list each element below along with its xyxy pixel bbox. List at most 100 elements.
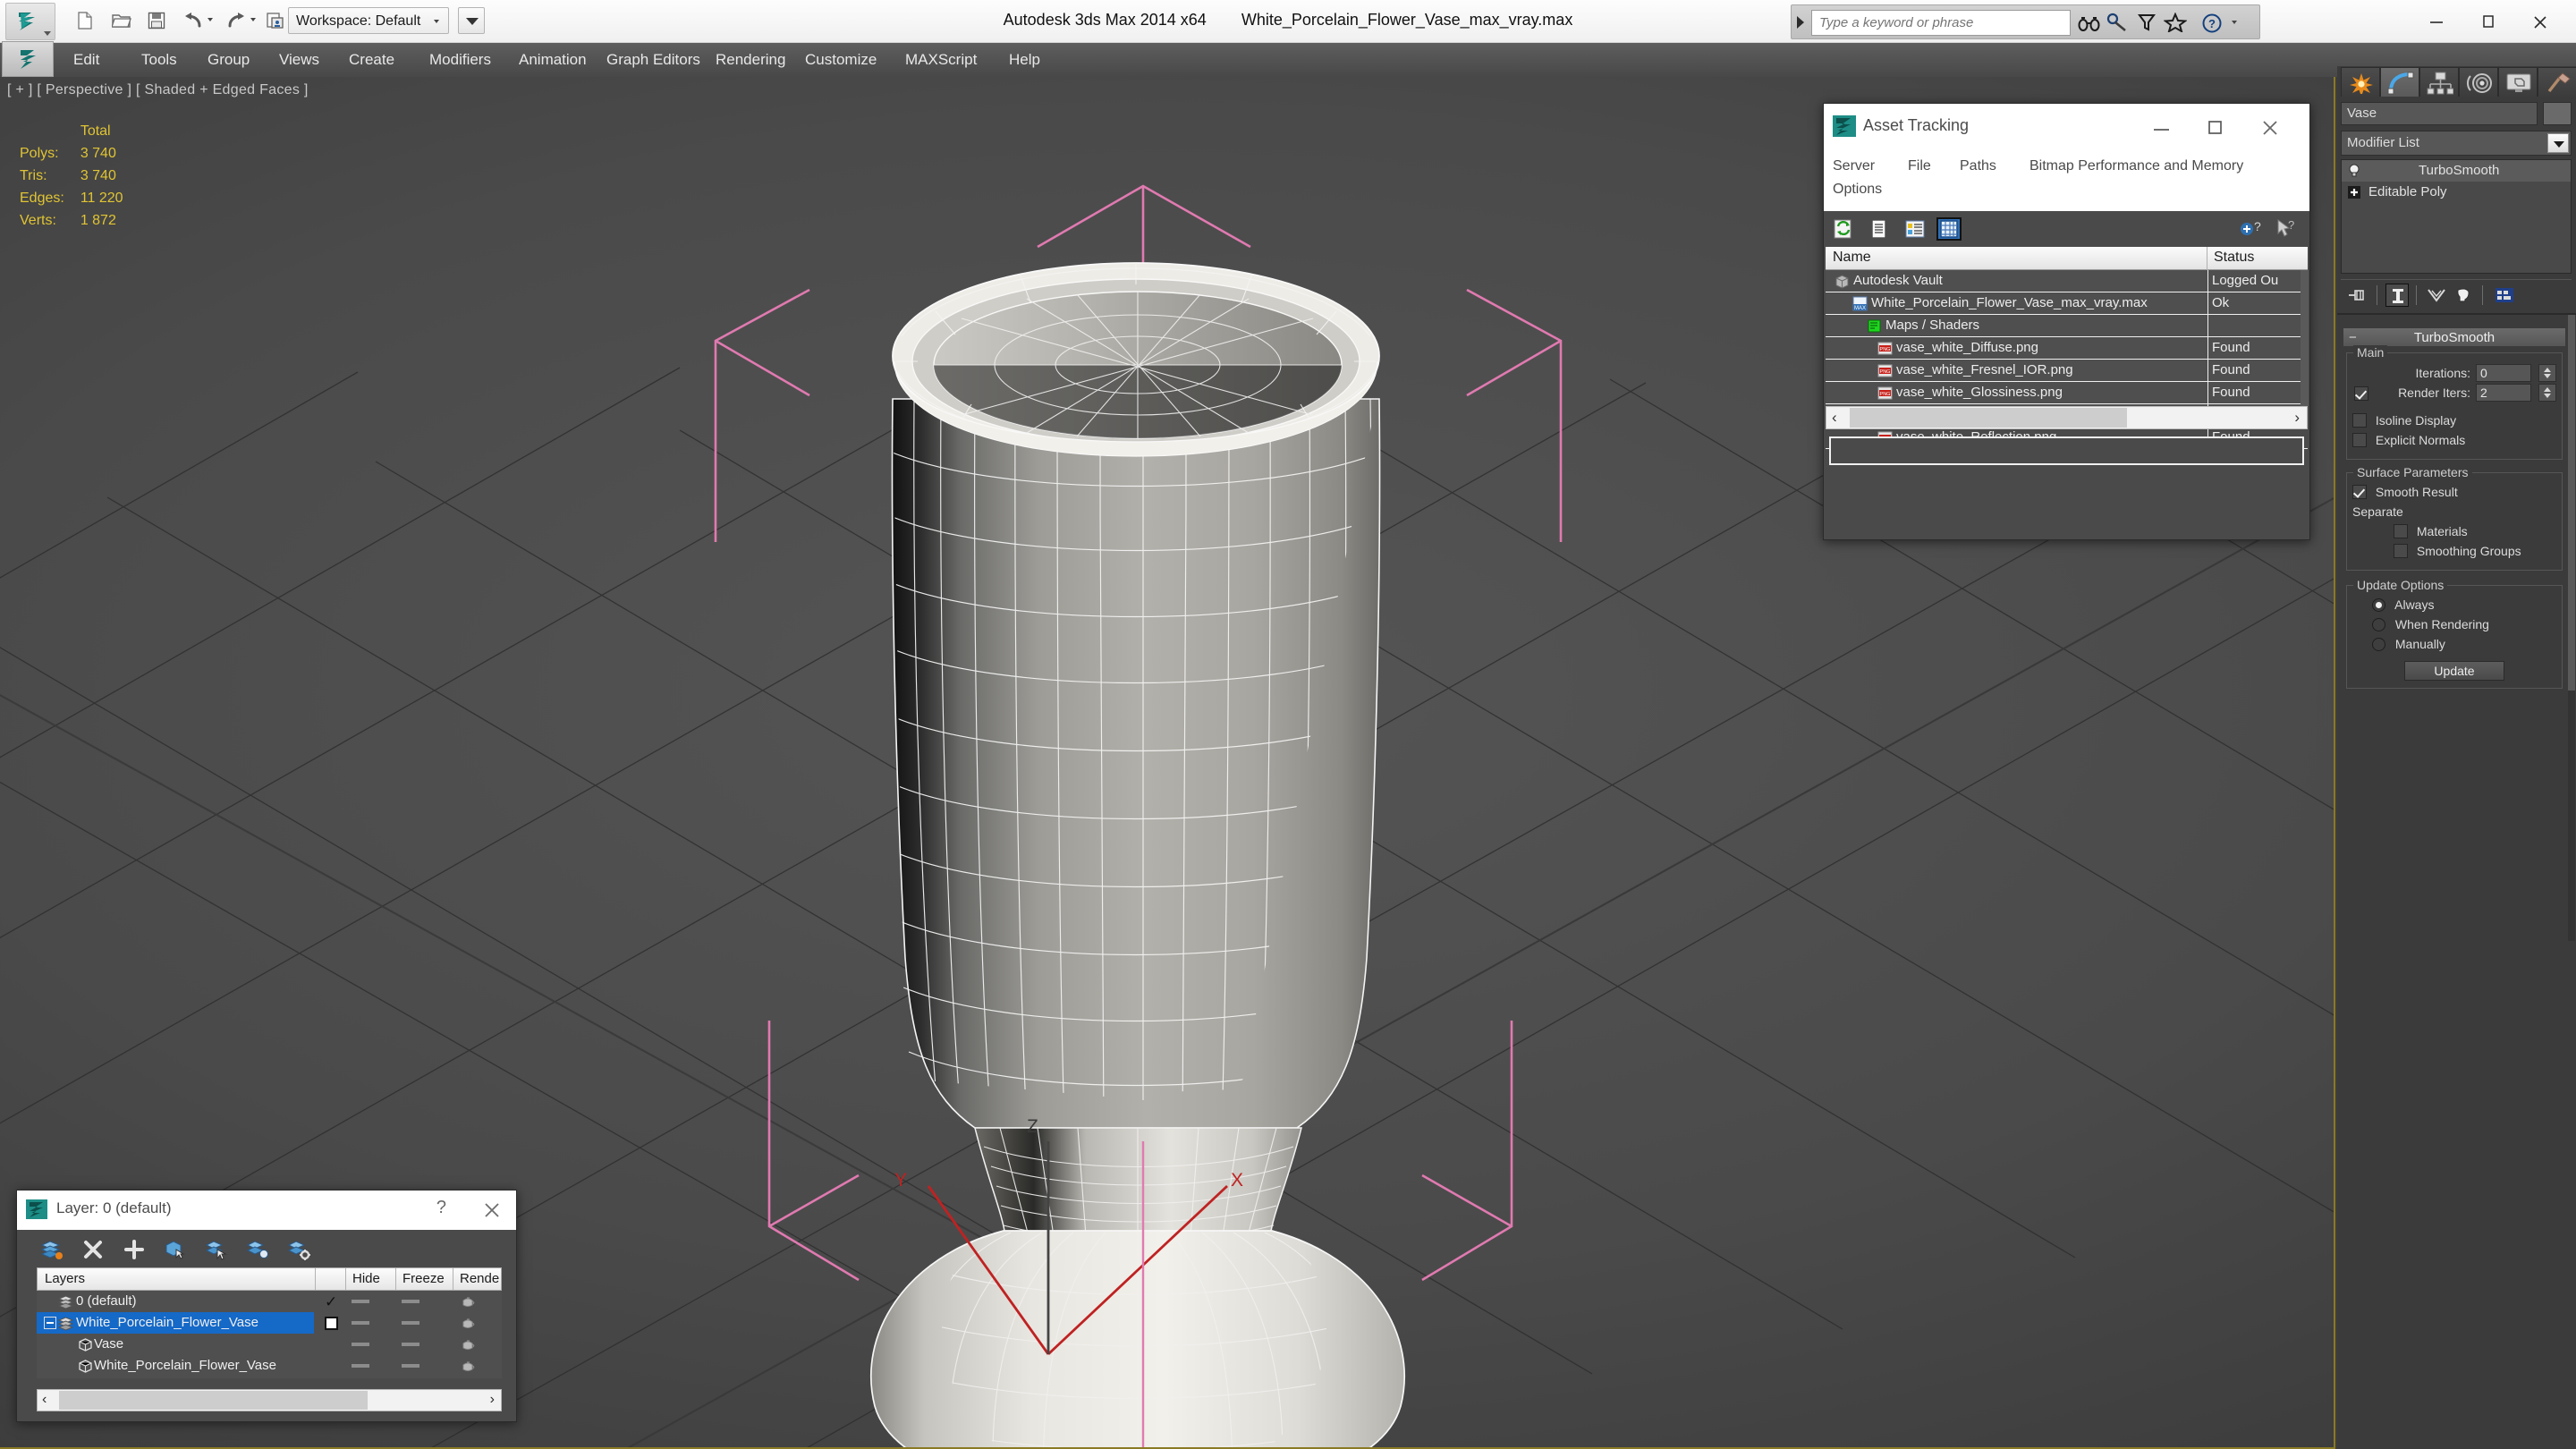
modifier-list-dropdown-button[interactable] xyxy=(2547,133,2569,153)
display-tab[interactable] xyxy=(2498,67,2538,97)
menu-group[interactable]: Group xyxy=(199,43,258,77)
asset-row[interactable]: Maps / Shaders xyxy=(1826,315,2308,337)
highlight-selected-button[interactable] xyxy=(244,1237,271,1261)
layer-col-freeze[interactable]: Freeze xyxy=(402,1271,445,1286)
minimize-button[interactable] xyxy=(2411,7,2462,36)
layer-close-button[interactable] xyxy=(482,1200,502,1220)
layer-dialog-titlebar[interactable]: Layer: 0 (default) ? xyxy=(17,1191,516,1230)
smoothing-groups-checkbox[interactable]: Smoothing Groups xyxy=(2352,543,2556,563)
layer-col-divider-2[interactable] xyxy=(345,1268,346,1290)
scroll-right-icon[interactable]: › xyxy=(490,1393,495,1407)
layer-make-current-box[interactable] xyxy=(325,1317,338,1330)
layer-row[interactable]: Vase xyxy=(37,1334,502,1355)
make-unique-button[interactable] xyxy=(2425,284,2448,307)
modifier-stack-item-editable-poly[interactable]: Editable Poly xyxy=(2342,182,2571,203)
asset-tracking-titlebar[interactable]: Asset Tracking xyxy=(1824,104,2309,156)
search-input[interactable] xyxy=(1811,10,2071,36)
asset-menu-file[interactable]: File xyxy=(1908,158,1931,174)
refresh-button[interactable] xyxy=(1831,217,1856,241)
list-view-button[interactable] xyxy=(1867,217,1892,241)
iterations-spinner-arrows[interactable] xyxy=(2538,364,2556,382)
smooth-result-checkbox[interactable]: Smooth Result xyxy=(2352,484,2556,504)
layer-dialog[interactable]: Layer: 0 (default) ? xyxy=(16,1190,517,1422)
update-manually-radio[interactable]: Manually xyxy=(2352,636,2556,656)
menu-create[interactable]: Create xyxy=(340,43,403,77)
binoculars-button[interactable] xyxy=(2078,13,2106,36)
asset-minimize-button[interactable] xyxy=(2140,114,2184,141)
asset-row[interactable]: PNGvase_white_Diffuse.pngFound xyxy=(1826,337,2308,360)
layer-hide-toggle[interactable] xyxy=(352,1364,369,1368)
asset-col-status[interactable]: Status xyxy=(2214,250,2254,266)
menu-tools[interactable]: Tools xyxy=(132,43,186,77)
layer-col-layers[interactable]: Layers xyxy=(45,1271,85,1286)
asset-list-vscrollbar[interactable] xyxy=(2301,270,2309,406)
layer-col-render[interactable]: Rende xyxy=(460,1271,499,1286)
explicit-normals-checkbox[interactable]: Explicit Normals xyxy=(2352,432,2556,452)
object-color-swatch[interactable] xyxy=(2543,102,2572,125)
layer-render-teapot-icon[interactable] xyxy=(461,1360,476,1373)
layer-freeze-toggle[interactable] xyxy=(402,1343,419,1346)
hierarchy-tab[interactable] xyxy=(2419,67,2459,97)
layer-properties-button[interactable] xyxy=(285,1237,312,1261)
menu-maxscript[interactable]: MAXScript xyxy=(896,43,986,77)
layer-list-hscrollbar[interactable]: ‹ › xyxy=(37,1389,502,1411)
iterations-spinner[interactable]: 0 xyxy=(2476,364,2556,382)
render-iters-field[interactable]: 2 xyxy=(2476,384,2531,402)
menu-edit[interactable]: Edit xyxy=(64,43,108,77)
command-panel-scrollbar[interactable] xyxy=(2568,315,2575,941)
asset-maximize-button[interactable] xyxy=(2193,114,2238,141)
asset-list-hscrollbar[interactable]: ‹ › xyxy=(1826,406,2308,429)
select-objects-button[interactable] xyxy=(162,1237,189,1261)
details-view-button[interactable] xyxy=(1902,217,1928,241)
layer-row[interactable]: White_Porcelain_Flower_Vase xyxy=(37,1312,502,1334)
help-button[interactable]: ? xyxy=(2201,13,2230,36)
layer-row[interactable]: 0 (default)✓ xyxy=(37,1291,502,1312)
select-highlighted-button[interactable] xyxy=(203,1237,230,1261)
layer-expander-minus-icon[interactable] xyxy=(44,1317,56,1329)
asset-close-button[interactable] xyxy=(2249,114,2293,141)
layer-render-teapot-icon[interactable] xyxy=(461,1295,476,1309)
menu-app-logo[interactable] xyxy=(2,41,54,77)
layer-col-divider-3[interactable] xyxy=(395,1268,396,1290)
layer-current-check-icon[interactable]: ✓ xyxy=(325,1293,337,1311)
menu-rendering[interactable]: Rendering xyxy=(707,43,794,77)
menu-help[interactable]: Help xyxy=(1000,43,1049,77)
configure-sets-button[interactable] xyxy=(2493,284,2516,307)
modifier-stack[interactable]: TurboSmooth Editable Poly xyxy=(2341,159,2572,274)
show-end-result-button[interactable] xyxy=(2385,284,2409,307)
asset-row[interactable]: Autodesk VaultLogged Ou xyxy=(1826,270,2308,292)
iterations-field[interactable]: 0 xyxy=(2476,364,2531,382)
render-iters-spinner-arrows[interactable] xyxy=(2538,384,2556,402)
asset-menu-bitmap[interactable]: Bitmap Performance and Memory xyxy=(2029,158,2243,174)
create-new-layer-button[interactable] xyxy=(38,1237,65,1261)
pin-stack-button[interactable] xyxy=(2346,284,2369,307)
menu-views[interactable]: Views xyxy=(270,43,328,77)
update-when-rendering-radio[interactable]: When Rendering xyxy=(2352,616,2556,636)
turbosmooth-rollout-header[interactable]: − TurboSmooth xyxy=(2343,327,2566,347)
modifier-list-dropdown[interactable]: Modifier List xyxy=(2341,131,2572,156)
add-help-button[interactable]: ? xyxy=(2238,217,2263,241)
update-always-radio[interactable]: Always xyxy=(2352,597,2556,616)
render-iters-spinner[interactable]: 2 xyxy=(2476,384,2556,402)
command-panel-scroll-thumb[interactable] xyxy=(2568,315,2575,691)
modifier-stack-item-turbosmooth[interactable]: TurboSmooth xyxy=(2342,160,2571,182)
menu-graph-editors[interactable]: Graph Editors xyxy=(597,43,709,77)
utilities-tab[interactable] xyxy=(2538,67,2576,97)
asset-col-name[interactable]: Name xyxy=(1833,250,1871,266)
menu-customize[interactable]: Customize xyxy=(796,43,886,77)
layer-col-hide[interactable]: Hide xyxy=(352,1271,380,1286)
layer-hide-toggle[interactable] xyxy=(352,1300,369,1303)
layer-hscroll-thumb[interactable] xyxy=(59,1391,368,1410)
star-button[interactable] xyxy=(2164,13,2192,36)
layer-hide-toggle[interactable] xyxy=(352,1321,369,1325)
scroll-right-icon[interactable]: › xyxy=(2294,411,2300,425)
materials-checkbox[interactable]: Materials xyxy=(2352,523,2556,543)
layer-hide-toggle[interactable] xyxy=(352,1343,369,1346)
delete-layer-button[interactable] xyxy=(80,1237,106,1261)
asset-row[interactable]: MAXWhite_Porcelain_Flower_Vase_max_vray.… xyxy=(1826,292,2308,315)
key-button[interactable] xyxy=(2106,13,2135,36)
layer-freeze-toggle[interactable] xyxy=(402,1364,419,1368)
isoline-display-checkbox[interactable]: Isoline Display xyxy=(2352,412,2556,432)
render-iters-checkbox[interactable] xyxy=(2354,386,2374,402)
modify-tab[interactable] xyxy=(2380,67,2419,97)
